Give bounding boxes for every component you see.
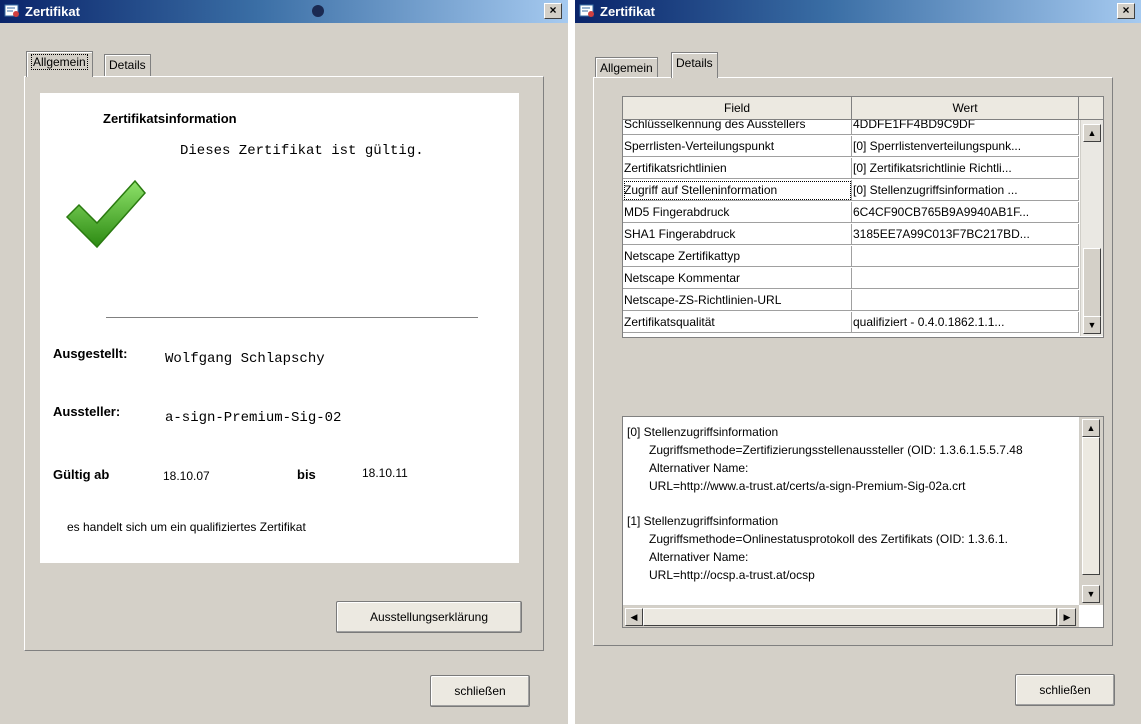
table-row-selected[interactable]: Zugriff auf Stelleninformation [0] Stell… bbox=[623, 180, 1079, 201]
scroll-right-button[interactable]: ▶ bbox=[1058, 608, 1076, 626]
issuer-statement-button[interactable]: Ausstellungserklärung bbox=[336, 601, 522, 633]
field-cell: Zertifikatsqualität bbox=[623, 312, 852, 333]
certificate-icon bbox=[4, 4, 19, 17]
detail-line: URL=http://www.a-trust.at/certs/a-sign-P… bbox=[649, 479, 966, 493]
field-cell: Zertifikatsrichtlinien bbox=[623, 158, 852, 179]
detail-line: [1] Stellenzugriffsinformation bbox=[627, 514, 779, 528]
table-row[interactable]: Netscape-ZS-Richtlinien-URL bbox=[623, 290, 1079, 311]
certificate-icon bbox=[579, 4, 594, 17]
window-gap bbox=[568, 0, 575, 724]
close-button[interactable]: schließen bbox=[1015, 674, 1115, 706]
table-row[interactable]: MD5 Fingerabdruck 6C4CF90CB765B9A9940AB1… bbox=[623, 202, 1079, 223]
checkmark-icon bbox=[65, 179, 146, 249]
window-title: Zertifikat bbox=[600, 4, 655, 19]
close-button[interactable]: schließen bbox=[430, 675, 530, 707]
table-row[interactable]: Sperrlisten-Verteilungspunkt [0] Sperrli… bbox=[623, 136, 1079, 157]
value-cell: [0] Zertifikatsrichtlinie Richtli... bbox=[852, 158, 1079, 179]
scroll-thumb[interactable] bbox=[1083, 248, 1101, 318]
tab-allgemein[interactable]: Allgemein bbox=[26, 51, 93, 77]
field-cell: Zugriff auf Stelleninformation bbox=[623, 180, 852, 201]
valid-until-value: 18.10.11 bbox=[362, 466, 408, 480]
tab-details[interactable]: Details bbox=[671, 52, 718, 78]
value-cell: [0] Stellenzugriffsinformation ... bbox=[852, 180, 1079, 201]
validity-message: Dieses Zertifikat ist gültig. bbox=[180, 143, 424, 159]
column-header-value-overlay: Wert bbox=[852, 97, 1079, 120]
valid-from-value: 18.10.07 bbox=[163, 469, 210, 483]
left-certificate-window: Zertifikat × Allgemein Details Zertifika… bbox=[0, 0, 568, 724]
detail-line: Alternativer Name: bbox=[649, 550, 749, 564]
valid-until-label: bis bbox=[297, 467, 316, 482]
detail-line: Zugriffsmethode=Onlinestatusprotokoll de… bbox=[649, 532, 1008, 546]
field-cell: Netscape Zertifikattyp bbox=[623, 246, 852, 267]
record-dot-icon bbox=[312, 5, 324, 17]
issuer-label: Aussteller: bbox=[53, 404, 121, 419]
close-window-button[interactable]: × bbox=[1117, 3, 1135, 19]
header-filler bbox=[1079, 97, 1103, 120]
info-heading: Zertifikatsinformation bbox=[103, 111, 237, 126]
value-cell: [0] Sperrlistenverteilungspunk... bbox=[852, 136, 1079, 157]
tab-label: Allgemein bbox=[31, 54, 88, 70]
valid-from-label: Gültig ab bbox=[53, 467, 110, 482]
certificate-info-box: Zertifikatsinformation Dieses Zertifikat… bbox=[40, 93, 519, 563]
field-detail-box[interactable]: [0] Stellenzugriffsinformation Zugriffsm… bbox=[622, 416, 1104, 628]
field-cell: Netscape Kommentar bbox=[623, 268, 852, 289]
table-row[interactable]: Netscape Kommentar bbox=[623, 268, 1079, 289]
value-cell bbox=[852, 246, 1079, 267]
value-cell: qualifiziert - 0.4.0.1862.1.1... bbox=[852, 312, 1079, 333]
field-cell: MD5 Fingerabdruck bbox=[623, 202, 852, 223]
scroll-left-button[interactable]: ◀ bbox=[625, 608, 643, 626]
table-row[interactable]: SHA1 Fingerabdruck 3185EE7A99C013F7BC217… bbox=[623, 224, 1079, 245]
value-cell: 6C4CF90CB765B9A9940AB1F... bbox=[852, 202, 1079, 223]
window-title: Zertifikat bbox=[25, 4, 80, 19]
tab-label: Allgemein bbox=[600, 61, 653, 75]
table-row[interactable]: Zertifikatsqualität qualifiziert - 0.4.0… bbox=[623, 312, 1079, 333]
table-row[interactable]: Netscape Zertifikattyp bbox=[623, 246, 1079, 267]
field-cell: Sperrlisten-Verteilungspunkt bbox=[623, 136, 852, 157]
scroll-thumb[interactable] bbox=[643, 608, 1057, 626]
issuer-value: a-sign-Premium-Sig-02 bbox=[165, 410, 342, 426]
issued-to-label: Ausgestellt: bbox=[53, 346, 128, 361]
divider bbox=[106, 317, 478, 318]
detail-horizontal-scrollbar[interactable]: ◀ ▶ bbox=[623, 605, 1079, 627]
value-cell bbox=[852, 290, 1079, 311]
detail-line: Alternativer Name: bbox=[649, 461, 749, 475]
details-table[interactable]: Field Wert Schlüsselkennung des Ausstell… bbox=[622, 96, 1104, 338]
qualified-note: es handelt sich um ein qualifiziertes Ze… bbox=[67, 520, 306, 534]
scroll-up-button[interactable]: ▲ bbox=[1082, 419, 1100, 437]
tab-label: Details bbox=[676, 56, 713, 70]
scroll-down-button[interactable]: ▼ bbox=[1082, 585, 1100, 603]
value-cell: 3185EE7A99C013F7BC217BD... bbox=[852, 224, 1079, 245]
scroll-thumb[interactable] bbox=[1082, 437, 1100, 575]
table-vertical-scrollbar[interactable]: ▲ ▼ bbox=[1080, 120, 1103, 336]
field-cell: Netscape-ZS-Richtlinien-URL bbox=[623, 290, 852, 311]
detail-vertical-scrollbar[interactable]: ▲ ▼ bbox=[1079, 417, 1103, 605]
left-titlebar[interactable]: Zertifikat × bbox=[0, 0, 568, 23]
tab-details[interactable]: Details bbox=[104, 54, 151, 77]
detail-line: [0] Stellenzugriffsinformation bbox=[627, 425, 779, 439]
value-cell bbox=[852, 268, 1079, 289]
detail-line: Zugriffsmethode=Zertifizierungsstellenau… bbox=[649, 443, 1023, 457]
table-row[interactable]: Zertifikatsrichtlinien [0] Zertifikatsri… bbox=[623, 158, 1079, 179]
column-header-field-overlay: Field bbox=[623, 97, 852, 120]
detail-line: URL=http://ocsp.a-trust.at/ocsp bbox=[649, 568, 815, 582]
issued-to-value: Wolfgang Schlapschy bbox=[165, 351, 325, 367]
scroll-up-button[interactable]: ▲ bbox=[1083, 124, 1101, 142]
tab-label: Details bbox=[109, 58, 146, 72]
close-window-button[interactable]: × bbox=[544, 3, 562, 19]
right-titlebar[interactable]: Zertifikat × bbox=[575, 0, 1141, 23]
scroll-down-button[interactable]: ▼ bbox=[1083, 316, 1101, 334]
field-cell: SHA1 Fingerabdruck bbox=[623, 224, 852, 245]
